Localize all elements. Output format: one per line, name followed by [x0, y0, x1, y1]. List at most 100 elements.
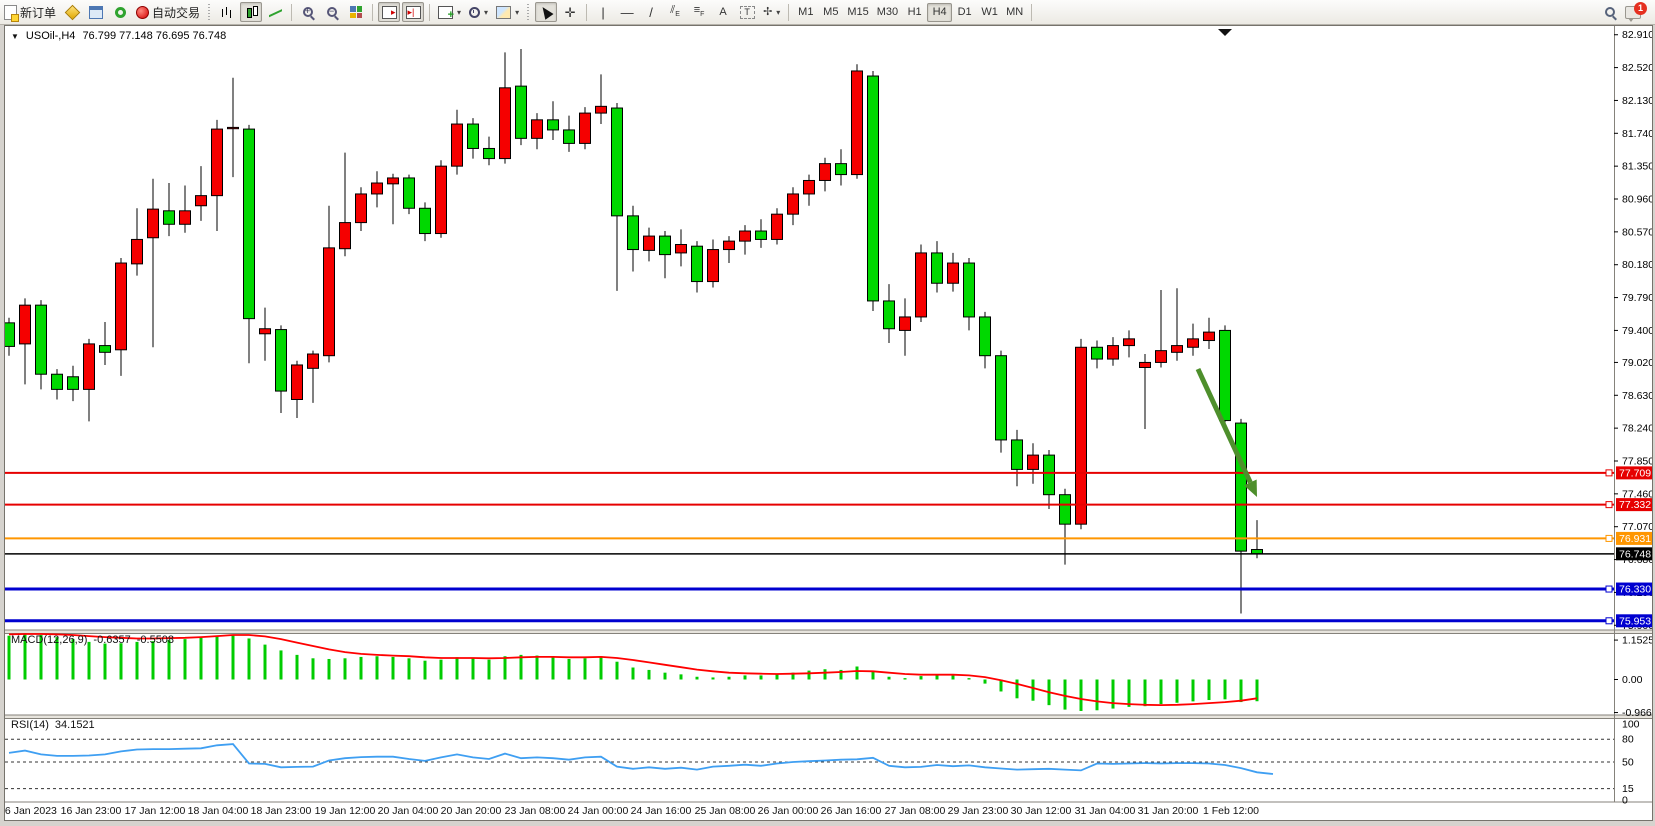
macd-histogram-bar	[360, 657, 363, 680]
time-axis-label[interactable]: 20 Jan 04:00	[378, 805, 439, 817]
time-axis-label[interactable]: 16 Jan 23:00	[61, 805, 122, 817]
panel-separator[interactable]	[5, 715, 1652, 719]
candle-body	[820, 164, 831, 181]
panel-separator[interactable]	[5, 630, 1652, 634]
time-axis-label[interactable]: 25 Jan 08:00	[695, 805, 756, 817]
time-axis-label[interactable]: 16 Jan 2023	[5, 805, 57, 817]
macd-histogram-bar	[408, 658, 411, 679]
timeframe-m15[interactable]: M15	[843, 3, 872, 22]
timeframe-group: M1M5M15M30H1H4D1W1MN	[793, 3, 1027, 22]
toolbar-grip[interactable]	[526, 3, 531, 21]
timeframe-d1[interactable]: D1	[952, 3, 977, 22]
cursor-icon	[539, 4, 554, 20]
line-handle[interactable]	[1606, 535, 1612, 541]
timeframe-h1[interactable]: H1	[902, 3, 927, 22]
timeframe-m1[interactable]: M1	[793, 3, 818, 22]
timeframe-m5[interactable]: M5	[818, 3, 843, 22]
zoom-in-button[interactable]: +	[297, 2, 319, 22]
notifications-icon[interactable]: 1	[1625, 6, 1641, 19]
time-axis-label[interactable]: 31 Jan 20:00	[1138, 805, 1199, 817]
time-axis-label[interactable]: 20 Jan 20:00	[441, 805, 502, 817]
timeframe-w1[interactable]: W1	[977, 3, 1002, 22]
auto-scroll-button[interactable]: ▸	[378, 2, 400, 22]
chart-window[interactable]: 82.91082.52082.13081.74081.35080.96080.5…	[4, 25, 1653, 821]
chart-canvas[interactable]: 82.91082.52082.13081.74081.35080.96080.5…	[5, 26, 1652, 820]
chart-shift-marker[interactable]	[1218, 29, 1232, 36]
search-icon[interactable]	[1605, 7, 1615, 17]
line-handle[interactable]	[1606, 586, 1612, 592]
indicators-button[interactable]: +▾	[435, 2, 464, 22]
candle-body	[1124, 339, 1135, 346]
time-axis-label[interactable]: 18 Jan 04:00	[188, 805, 249, 817]
candle-body	[244, 129, 255, 319]
zoom-out-button[interactable]: −	[321, 2, 343, 22]
chart-dropdown-icon[interactable]: ▼	[11, 32, 19, 41]
macd-histogram-bar	[88, 642, 91, 680]
price-badge-label: 75.953	[1619, 615, 1651, 627]
templates-button[interactable]: ▾	[493, 2, 522, 22]
bar-chart-button[interactable]	[216, 2, 238, 22]
time-axis-label[interactable]: 24 Jan 00:00	[568, 805, 629, 817]
text-button[interactable]: A	[712, 2, 734, 22]
crosshair-button[interactable]: ✛	[559, 2, 581, 22]
time-axis-label[interactable]: 26 Jan 00:00	[758, 805, 819, 817]
macd-histogram-bar	[968, 678, 971, 679]
horizontal-line-button[interactable]: —	[616, 2, 638, 22]
time-axis-label[interactable]: 30 Jan 12:00	[1011, 805, 1072, 817]
time-axis-label[interactable]: 26 Jan 16:00	[821, 805, 882, 817]
time-axis-label[interactable]: 24 Jan 16:00	[631, 805, 692, 817]
macd-histogram-bar	[920, 676, 923, 679]
timeframe-h4[interactable]: H4	[927, 3, 952, 22]
text-label-button[interactable]: T	[736, 2, 758, 22]
candle-body	[340, 223, 351, 249]
timeframe-m30[interactable]: M30	[873, 3, 902, 22]
candlestick-chart-button[interactable]	[240, 2, 262, 22]
macd-histogram-bar	[648, 670, 651, 680]
trendline-button[interactable]: /	[640, 2, 662, 22]
periods-button[interactable]: ▾	[466, 2, 491, 22]
time-axis-label[interactable]: 17 Jan 12:00	[125, 805, 186, 817]
line-handle[interactable]	[1606, 470, 1612, 476]
timeframe-mn[interactable]: MN	[1002, 3, 1027, 22]
chart-shift-icon: ▸|	[406, 6, 421, 19]
new-order-icon	[4, 5, 17, 20]
time-axis-label[interactable]: 23 Jan 08:00	[505, 805, 566, 817]
line-chart-button[interactable]	[264, 2, 286, 22]
arrows-button[interactable]: ✢▾	[760, 2, 783, 22]
time-axis-label[interactable]: 19 Jan 12:00	[315, 805, 376, 817]
candles-layer	[5, 49, 1263, 613]
time-axis-label[interactable]: 1 Feb 12:00	[1203, 805, 1259, 817]
price-badge-label: 76.931	[1619, 533, 1651, 545]
cursor-button[interactable]	[535, 2, 557, 22]
new-order-button[interactable]: 新订单	[1, 2, 59, 22]
price-axis-label: 82.910	[1622, 29, 1652, 41]
macd-histogram-bar	[1224, 680, 1227, 700]
time-axis-label[interactable]: 18 Jan 23:00	[251, 805, 312, 817]
fibonacci-button[interactable]: ≡F	[688, 2, 710, 22]
macd-histogram-bar	[136, 642, 139, 680]
signals-button[interactable]	[109, 2, 131, 22]
rsi-value: 34.1521	[55, 719, 95, 731]
profiles-button[interactable]	[61, 2, 83, 22]
time-axis-label[interactable]: 29 Jan 23:00	[948, 805, 1009, 817]
market-watch-button[interactable]	[85, 2, 107, 22]
new-order-label: 新订单	[20, 4, 56, 21]
macd-histogram-bar	[872, 672, 875, 680]
vertical-line-button[interactable]: |	[592, 2, 614, 22]
macd-histogram-bar	[232, 635, 235, 679]
line-handle[interactable]	[1606, 502, 1612, 508]
time-axis-label[interactable]: 27 Jan 08:00	[885, 805, 946, 817]
macd-histogram-bar	[760, 675, 763, 679]
price-axis-label: 81.740	[1622, 128, 1652, 140]
time-axis-label[interactable]: 31 Jan 04:00	[1075, 805, 1136, 817]
candle-body	[1140, 362, 1151, 367]
line-handle[interactable]	[1606, 618, 1612, 624]
price-axis-label: 81.350	[1622, 161, 1652, 173]
channel-button[interactable]: ⫽E	[664, 2, 686, 22]
chart-shift-button[interactable]: ▸|	[402, 2, 424, 22]
auto-trading-button[interactable]: 自动交易	[133, 2, 203, 22]
tile-windows-button[interactable]	[345, 2, 367, 22]
toolbar-grip[interactable]	[207, 3, 212, 21]
candle-body	[532, 120, 543, 139]
vertical-line-icon: |	[601, 6, 604, 19]
